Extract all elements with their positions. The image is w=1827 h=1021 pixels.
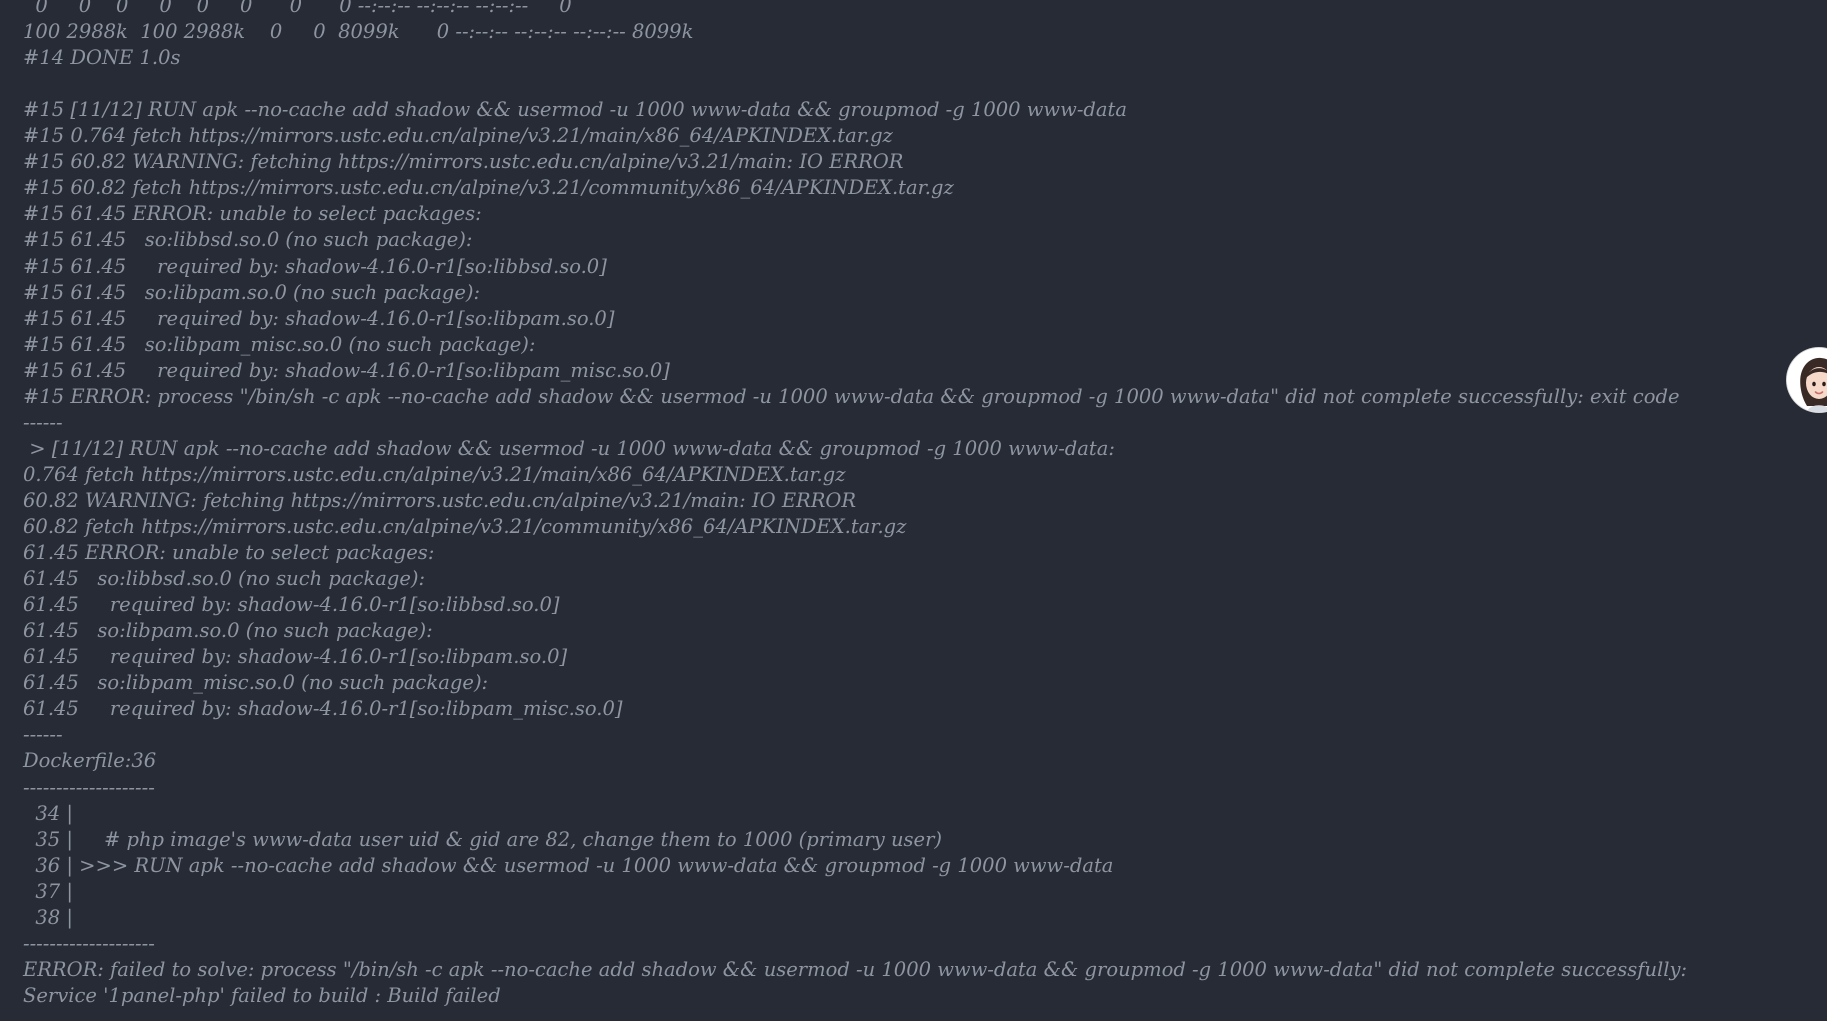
terminal-line: #15 ERROR: process "/bin/sh -c apk --no-… (23, 384, 1680, 408)
terminal-line: 0 0 0 0 0 0 0 0 --:--:-- --:--:-- --:--:… (23, 0, 572, 17)
terminal-line: Dockerfile:36 (23, 749, 157, 773)
terminal-line: 60.82 fetch https://mirrors.ustc.edu.cn/… (23, 515, 907, 538)
terminal-line: 61.45 so:libpam.so.0 (no such package): (23, 619, 433, 643)
terminal-line: ------ (23, 410, 63, 434)
terminal-line: -------------------- (23, 775, 155, 799)
terminal-line: ------ (23, 723, 63, 747)
terminal-line: Service '1panel-php' failed to build : B… (23, 983, 501, 1007)
terminal-line: #15 61.45 so:libbsd.so.0 (no such packag… (23, 228, 473, 252)
terminal-output[interactable]: 0 0 0 0 0 0 0 0 --:--:-- --:--:-- --:--:… (0, 0, 1827, 1021)
terminal-line: #15 60.82 fetch https://mirrors.ustc.edu… (23, 176, 954, 200)
terminal-line: #15 61.45 so:libpam_misc.so.0 (no such p… (23, 332, 536, 356)
terminal-line: 38 | (23, 905, 73, 929)
terminal-line: 61.45 required by: shadow-4.16.0-r1[so:l… (23, 593, 560, 617)
terminal-line: #14 DONE 1.0s (23, 46, 181, 70)
terminal-line: 61.45 ERROR: unable to select packages: (23, 541, 435, 565)
terminal-line: 61.45 so:libpam_misc.so.0 (no such packa… (23, 671, 489, 695)
terminal-line: #15 61.45 so:libpam.so.0 (no such packag… (23, 280, 481, 304)
terminal-line: 0.764 fetch https://mirrors.ustc.edu.cn/… (23, 462, 846, 486)
terminal-line: 37 | (23, 879, 73, 903)
terminal-line: #15 60.82 WARNING: fetching https://mirr… (23, 150, 904, 174)
terminal-line: 61.45 required by: shadow-4.16.0-r1[so:l… (23, 645, 568, 669)
terminal-line: 100 2988k 100 2988k 0 0 8099k 0 --:--:--… (23, 20, 694, 44)
terminal-line: 60.82 WARNING: fetching https://mirrors.… (23, 488, 857, 512)
terminal-line: 61.45 required by: shadow-4.16.0-r1[so:l… (23, 697, 623, 721)
terminal-line: #15 61.45 required by: shadow-4.16.0-r1[… (23, 254, 607, 278)
terminal-line: #15 0.764 fetch https://mirrors.ustc.edu… (23, 124, 893, 148)
terminal-line: 35 | # php image's www-data user uid & g… (23, 827, 943, 851)
terminal-line: 34 | (23, 801, 73, 825)
terminal-line: 36 | >>> RUN apk --no-cache add shadow &… (23, 853, 1114, 877)
terminal-line: #15 61.45 required by: shadow-4.16.0-r1[… (23, 358, 670, 382)
terminal-line: -------------------- (23, 931, 155, 955)
terminal-line: #15 61.45 required by: shadow-4.16.0-r1[… (23, 306, 615, 330)
terminal-line: 61.45 so:libbsd.so.0 (no such package): (23, 567, 426, 591)
terminal-line: ERROR: failed to solve: process "/bin/sh… (23, 957, 1688, 981)
terminal-line: #15 61.45 ERROR: unable to select packag… (23, 202, 482, 226)
terminal-line: #15 [11/12] RUN apk --no-cache add shado… (23, 98, 1127, 122)
terminal-line: > [11/12] RUN apk --no-cache add shadow … (23, 436, 1115, 460)
